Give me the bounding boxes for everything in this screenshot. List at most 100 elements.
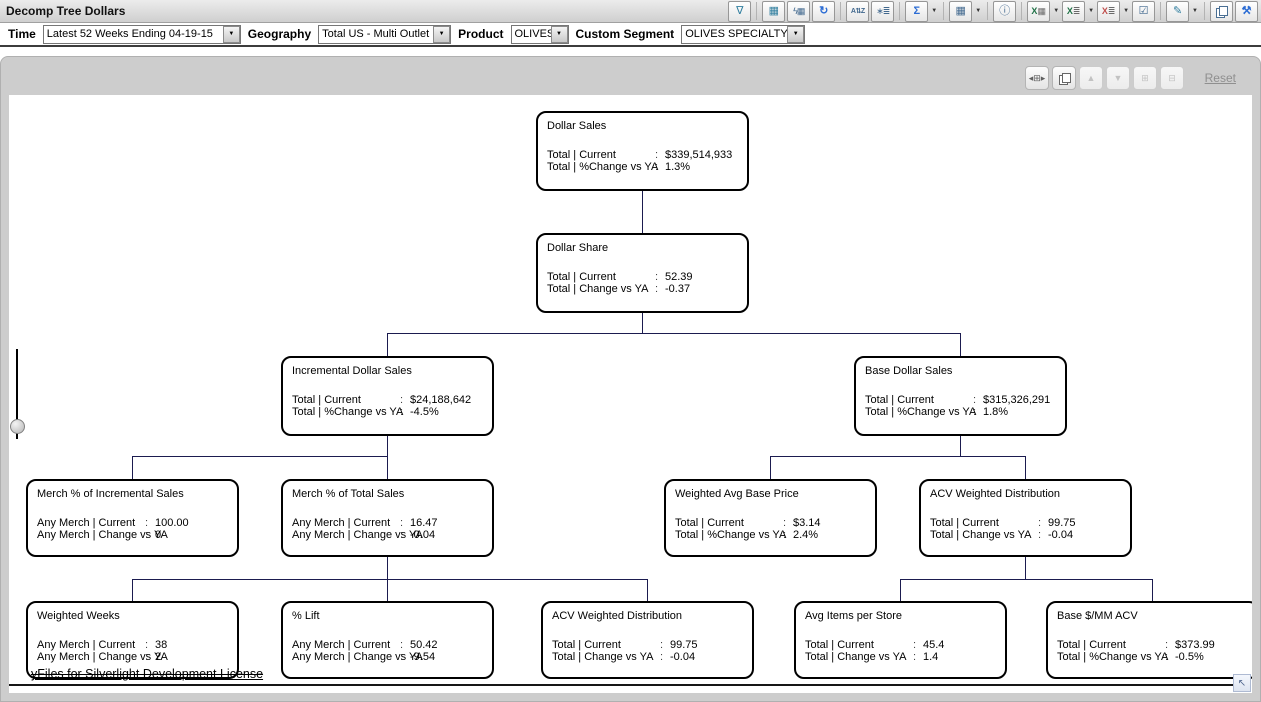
node-title: Weighted Weeks [37, 610, 120, 622]
edit-icon[interactable]: ✎ [1166, 1, 1189, 22]
metric-value: 52.39 [665, 271, 693, 283]
metric-colon: : [400, 394, 410, 406]
node-row: Total | Current:$373.99 [1057, 639, 1252, 651]
tree-node-incremental-dollar-sales[interactable]: Incremental Dollar Sales Total | Current… [281, 356, 494, 436]
sum-icon[interactable]: Σ [905, 1, 928, 22]
chevron-down-icon[interactable]: ▼ [1053, 8, 1059, 14]
time-filter-label: Time [8, 27, 36, 41]
export-excel-report-icon[interactable]: X≣ [1062, 1, 1085, 22]
tree-connector [132, 456, 133, 479]
metric-value: 99.75 [1048, 517, 1076, 529]
tree-node-pct-lift[interactable]: % Lift Any Merch | Current:50.42 Any Mer… [281, 601, 494, 679]
metric-colon: : [655, 283, 665, 295]
filter-icon[interactable]: ∇ [728, 1, 751, 22]
geography-value: Total US - Multi Outlet [319, 28, 432, 40]
node-title: ACV Weighted Distribution [930, 488, 1060, 500]
tree-connector [1025, 557, 1026, 579]
design-tools-icon[interactable]: ⚒ [1235, 1, 1258, 22]
tree-node-merch-pct-incremental-sales[interactable]: Merch % of Incremental Sales Any Merch |… [26, 479, 239, 557]
tree-connector [642, 191, 643, 233]
tree-connector [900, 579, 1153, 580]
export-excel-grid-icon[interactable]: X▦ [1027, 1, 1050, 22]
tree-connector [647, 579, 648, 601]
table-view-icon[interactable]: ▦ [762, 1, 785, 22]
filter-bar: Time Latest 52 Weeks Ending 04-19-15 ▼ G… [0, 23, 1261, 47]
node-row: Total | %Change vs YA:-0.5% [1057, 651, 1252, 663]
overview-icon[interactable] [1052, 66, 1076, 90]
node-title: Avg Items per Store [805, 610, 902, 622]
metric-value: 1.4 [923, 651, 938, 663]
tree-connector [387, 333, 388, 356]
copy-icon[interactable] [1210, 1, 1233, 22]
node-row: Total | Change vs YA:1.4 [805, 651, 1001, 663]
node-row: Total | Current:45.4 [805, 639, 1001, 651]
sort-az-icon[interactable]: A⇅Z [846, 1, 869, 22]
node-row: Total | %Change vs YA:-4.5% [292, 406, 488, 418]
tree-connector [132, 579, 648, 580]
export-powerpoint-icon[interactable]: X≣ [1097, 1, 1120, 22]
info-icon[interactable]: ⓘ [993, 1, 1016, 22]
quick-calc-icon[interactable]: ϟ▦ [787, 1, 810, 22]
chevron-down-icon[interactable]: ▼ [551, 26, 568, 43]
tree-view-toolbar: ◂⊞▸ ▲ ▼ ⊞ ⊟ [1025, 66, 1184, 90]
refresh-icon[interactable]: ↻ [812, 1, 835, 22]
tree-connector [387, 579, 388, 601]
tree-node-base-dollars-per-mm-acv[interactable]: Base $/MM ACV Total | Current:$373.99 To… [1046, 601, 1252, 679]
tree-node-dollar-sales[interactable]: Dollar Sales Total | Current:$339,514,93… [536, 111, 749, 191]
tree-node-dollar-share[interactable]: Dollar Share Total | Current:52.39 Total… [536, 233, 749, 313]
chevron-down-icon[interactable]: ▼ [1088, 8, 1094, 14]
custom-segment-filter-label: Custom Segment [576, 27, 675, 41]
chevron-down-icon[interactable]: ▼ [975, 8, 981, 14]
tree-node-acv-weighted-distribution[interactable]: ACV Weighted Distribution Total | Curren… [919, 479, 1132, 557]
layout-glyph: ▦ [956, 6, 966, 17]
chevron-down-icon[interactable]: ▼ [1123, 8, 1129, 14]
metric-label: Any Merch | Current [292, 639, 400, 651]
metric-label: Total | Current [675, 517, 783, 529]
chevron-down-icon[interactable]: ▼ [433, 26, 450, 43]
metric-colon: : [400, 517, 410, 529]
move-down-icon[interactable]: ▼ [1106, 66, 1130, 90]
chevron-down-icon[interactable]: ▼ [1192, 8, 1198, 14]
select-items-icon[interactable]: ∗≣ [871, 1, 894, 22]
pencil-glyph: ✎ [1173, 6, 1182, 17]
resize-corner-icon[interactable]: ↖ [1233, 674, 1251, 692]
node-row: Total | %Change vs YA:1.3% [547, 161, 743, 173]
view-layout-icon[interactable]: ▦ [949, 1, 972, 22]
toolbar-separator [756, 2, 757, 20]
down-arrow-glyph: ▼ [1114, 73, 1123, 83]
tree-connector [387, 436, 388, 456]
reset-link[interactable]: Reset [1205, 71, 1236, 85]
node-title: % Lift [292, 610, 320, 622]
custom-segment-dropdown[interactable]: OLIVES SPECIALTY ▼ [681, 25, 805, 44]
node-row: Total | Current:$315,326,291 [865, 394, 1061, 406]
time-dropdown[interactable]: Latest 52 Weeks Ending 04-19-15 ▼ [43, 25, 241, 44]
chevron-down-icon[interactable]: ▼ [223, 26, 240, 43]
product-dropdown[interactable]: OLIVES ▼ [511, 25, 569, 44]
metric-label: Any Merch | Change vs YA [292, 651, 400, 663]
metric-colon: : [1038, 529, 1048, 541]
zoom-slider-thumb[interactable] [10, 419, 25, 434]
chevron-down-icon[interactable]: ▼ [931, 8, 937, 14]
tree-node-acv-weighted-distribution-2[interactable]: ACV Weighted Distribution Total | Curren… [541, 601, 754, 679]
metric-value: 2.4% [793, 529, 818, 541]
tree-connector [387, 333, 961, 334]
collapse-node-icon[interactable]: ⊟ [1160, 66, 1184, 90]
checkbox-list-icon[interactable]: ☑ [1132, 1, 1155, 22]
node-row: Total | Current:52.39 [547, 271, 743, 283]
tree-node-merch-pct-total-sales[interactable]: Merch % of Total Sales Any Merch | Curre… [281, 479, 494, 557]
chevron-down-icon[interactable]: ▼ [787, 26, 804, 43]
decomp-tree-panel: ◂⊞▸ ▲ ▼ ⊞ ⊟ Reset Dollar Sales [0, 56, 1261, 702]
tree-node-weighted-avg-base-price[interactable]: Weighted Avg Base Price Total | Current:… [664, 479, 877, 557]
tree-node-avg-items-per-store[interactable]: Avg Items per Store Total | Current:45.4… [794, 601, 1007, 679]
expand-node-icon[interactable]: ⊞ [1133, 66, 1157, 90]
geography-dropdown[interactable]: Total US - Multi Outlet ▼ [318, 25, 451, 44]
product-value: OLIVES [512, 28, 551, 40]
fit-to-window-icon[interactable]: ◂⊞▸ [1025, 66, 1049, 90]
tree-canvas[interactable]: Dollar Sales Total | Current:$339,514,93… [9, 95, 1252, 693]
metric-value: 38 [155, 639, 167, 651]
node-row: Any Merch | Current:38 [37, 639, 233, 651]
zoom-slider[interactable] [9, 345, 25, 449]
move-up-icon[interactable]: ▲ [1079, 66, 1103, 90]
tree-node-base-dollar-sales[interactable]: Base Dollar Sales Total | Current:$315,3… [854, 356, 1067, 436]
metric-value: 16.47 [410, 517, 438, 529]
